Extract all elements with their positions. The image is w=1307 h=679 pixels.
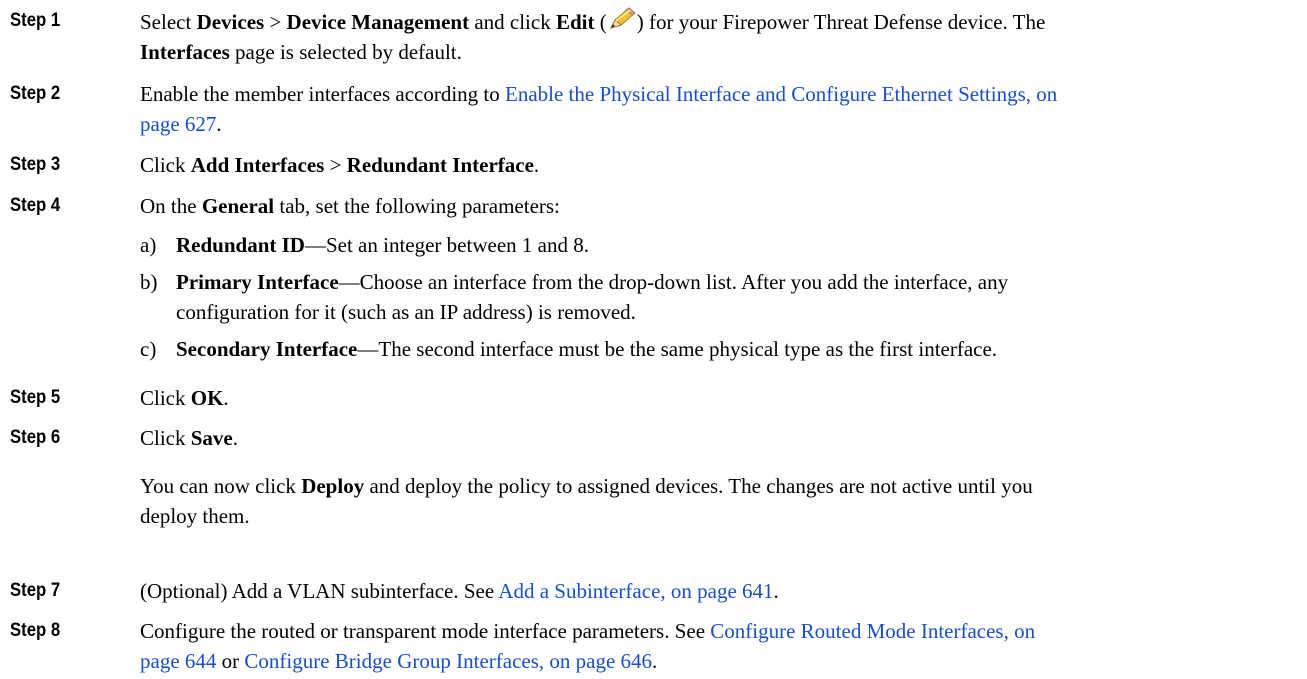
deploy-label: Deploy xyxy=(301,474,365,498)
menu-devices: Devices xyxy=(196,10,265,34)
substep-marker: b) xyxy=(140,270,158,294)
step-label: Step 2 xyxy=(10,83,61,104)
step-text: Click OK. xyxy=(140,386,229,410)
step-label: Step 5 xyxy=(10,387,61,408)
step-label: Step 1 xyxy=(10,10,61,31)
step-label: Step 4 xyxy=(10,195,61,216)
step-text: Enable the member interfaces according t… xyxy=(140,82,1058,136)
secondary-interface-label: Secondary Interface xyxy=(176,337,358,361)
primary-interface-label: Primary Interface xyxy=(176,270,339,294)
step-label: Step 3 xyxy=(10,154,61,175)
general-tab-label: General xyxy=(201,194,275,218)
step-label: Step 8 xyxy=(10,620,61,641)
step-text: Select Devices > Device Management and c… xyxy=(140,6,1295,67)
step-6-note: You can now click Deploy and deploy the … xyxy=(140,474,1033,528)
link-add-subinterface[interactable]: Add a Subinterface, on page 641 xyxy=(498,579,773,603)
step-label: Step 6 xyxy=(10,427,61,448)
step-text: Configure the routed or transparent mode… xyxy=(140,619,1036,673)
redundant-interface-label: Redundant Interface xyxy=(346,153,534,177)
step-text: Click Save. xyxy=(140,426,238,450)
step-text: (Optional) Add a VLAN subinterface. See … xyxy=(140,579,779,603)
interfaces-label: Interfaces xyxy=(140,40,230,64)
substep-marker: a) xyxy=(140,233,157,257)
redundant-id-label: Redundant ID xyxy=(176,233,305,257)
menu-device-management: Device Management xyxy=(286,10,470,34)
edit-label: Edit xyxy=(555,10,595,34)
step-text: Click Add Interfaces > Redundant Interfa… xyxy=(140,153,540,177)
add-interfaces-label: Add Interfaces xyxy=(190,153,325,177)
save-label: Save xyxy=(190,426,233,450)
step-text: On the General tab, set the following pa… xyxy=(140,194,560,218)
substep-marker: c) xyxy=(140,337,157,361)
ok-label: OK xyxy=(190,386,224,410)
document-page: Step 1 Select Devices > Device Managemen… xyxy=(0,0,1307,679)
pencil-icon xyxy=(607,6,637,32)
link-configure-bridge-group[interactable]: Configure Bridge Group Interfaces, on pa… xyxy=(244,649,652,673)
step-label: Step 7 xyxy=(10,580,61,601)
